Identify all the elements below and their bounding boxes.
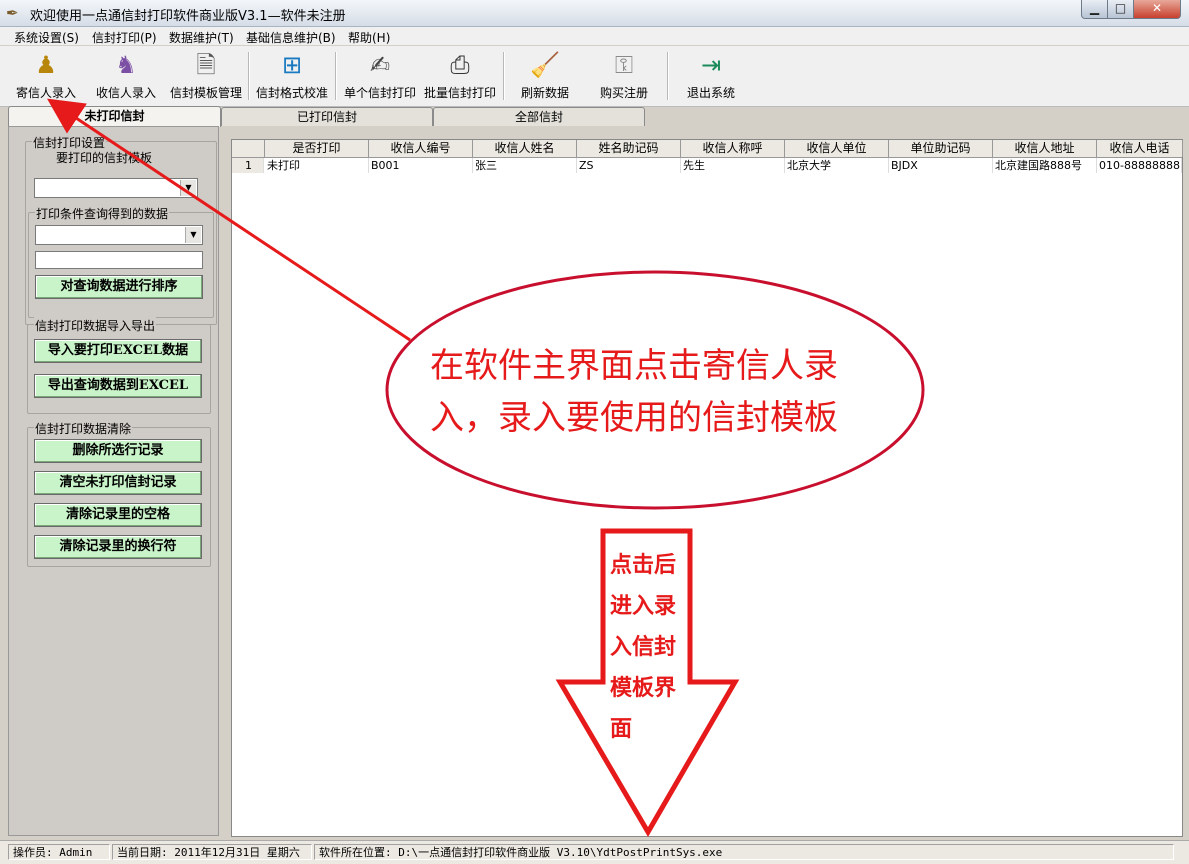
annotation-arrow-text: 点击后 进入录 入信封 模板界 面: [610, 553, 677, 742]
annotation-pointer-arrow: [47, 98, 411, 342]
annotation-callout-text: 在软件主界面点击寄信人录 入，录入要使用的信封模板: [430, 346, 838, 438]
